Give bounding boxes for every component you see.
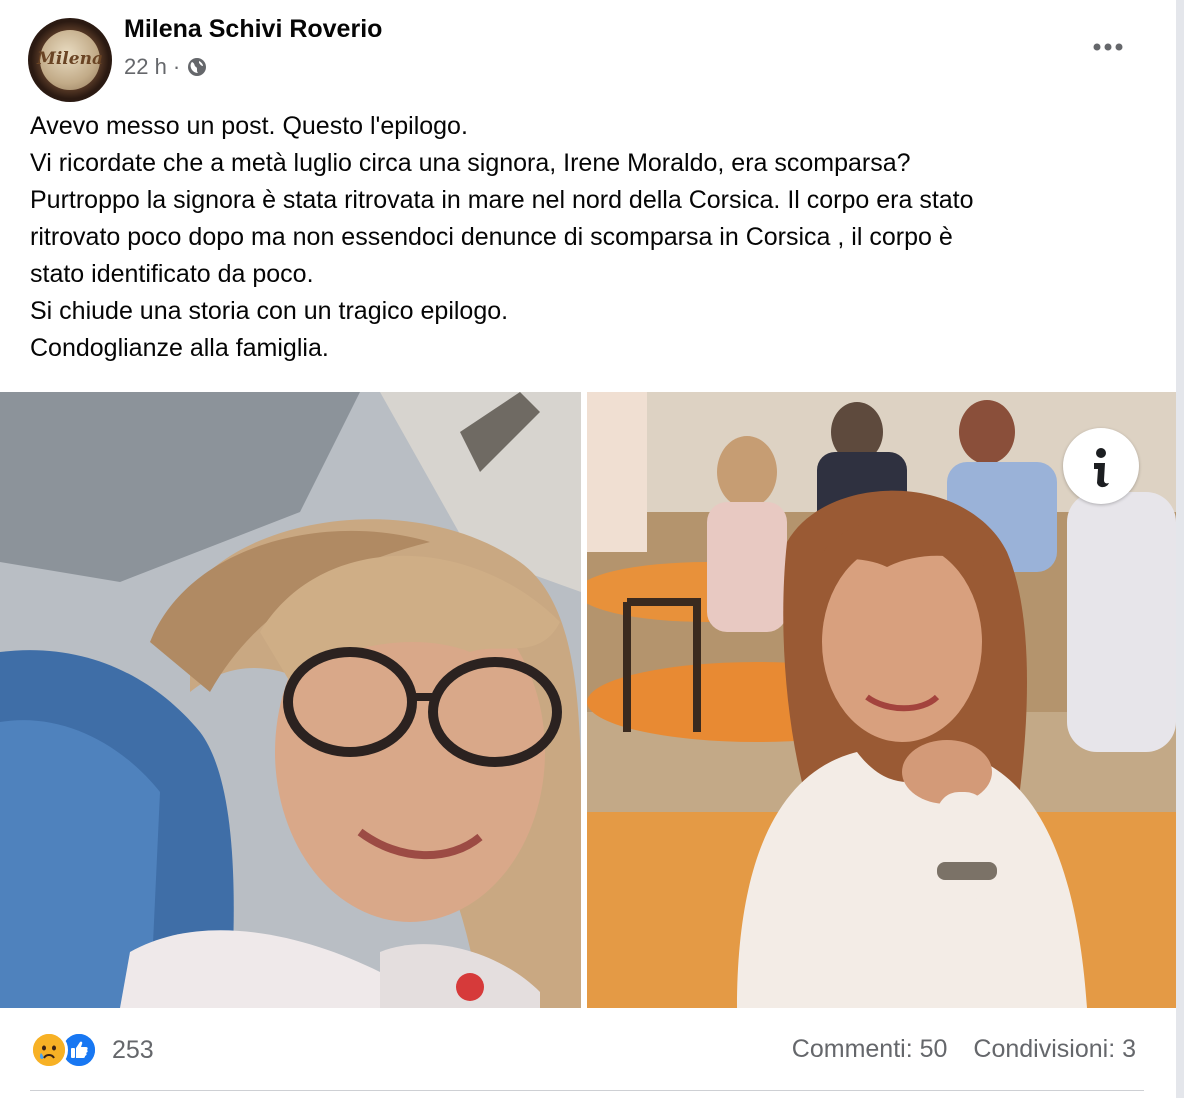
post-text-line: Vi ricordate che a metà luglio circa una…: [30, 149, 911, 177]
post-text-line: ritrovato poco dopo ma non essendoci den…: [30, 223, 953, 251]
photo-collage: [0, 392, 1176, 1008]
post-text-line: Avevo messo un post. Questo l'epilogo.: [30, 112, 468, 140]
meta-separator: ·: [172, 54, 181, 79]
avatar-logo-text: Milena: [37, 49, 103, 69]
post-meta: 22 h ·: [124, 54, 208, 80]
footer-divider: [30, 1090, 1144, 1091]
comments-count-link[interactable]: Commenti: 50: [792, 1035, 948, 1064]
photo-left-illustration: [0, 392, 581, 1008]
post-text-line: Si chiude una storia con un tragico epil…: [30, 297, 509, 325]
globe-icon[interactable]: [186, 56, 208, 78]
post-timestamp[interactable]: 22 h: [124, 54, 167, 80]
avatar[interactable]: Milena: [28, 18, 112, 102]
shares-count-link[interactable]: Condivisioni: 3: [973, 1035, 1136, 1064]
author-name[interactable]: Milena Schivi Roverio: [124, 15, 382, 44]
post-text-line: stato identificato da poco.: [30, 260, 314, 288]
reaction-count: 253: [112, 1035, 154, 1064]
sad-icon: [30, 1031, 68, 1069]
reactions-summary[interactable]: 253: [30, 1031, 154, 1069]
facebook-post: Milena Milena Schivi Roverio 22 h · Avev…: [0, 0, 1176, 1098]
photo-left[interactable]: [0, 392, 581, 1008]
more-options-icon[interactable]: [1088, 34, 1128, 60]
post-text: Avevo messo un post. Questo l'epilogo. V…: [30, 108, 1160, 367]
page-scroll-edge: [1176, 0, 1184, 1098]
info-icon[interactable]: [1063, 428, 1139, 504]
post-text-line: Condoglianze alla famiglia.: [30, 334, 329, 362]
post-stats: Commenti: 50 Condivisioni: 3: [792, 1035, 1136, 1064]
post-text-line: Purtroppo la signora è stata ritrovata i…: [30, 186, 974, 214]
